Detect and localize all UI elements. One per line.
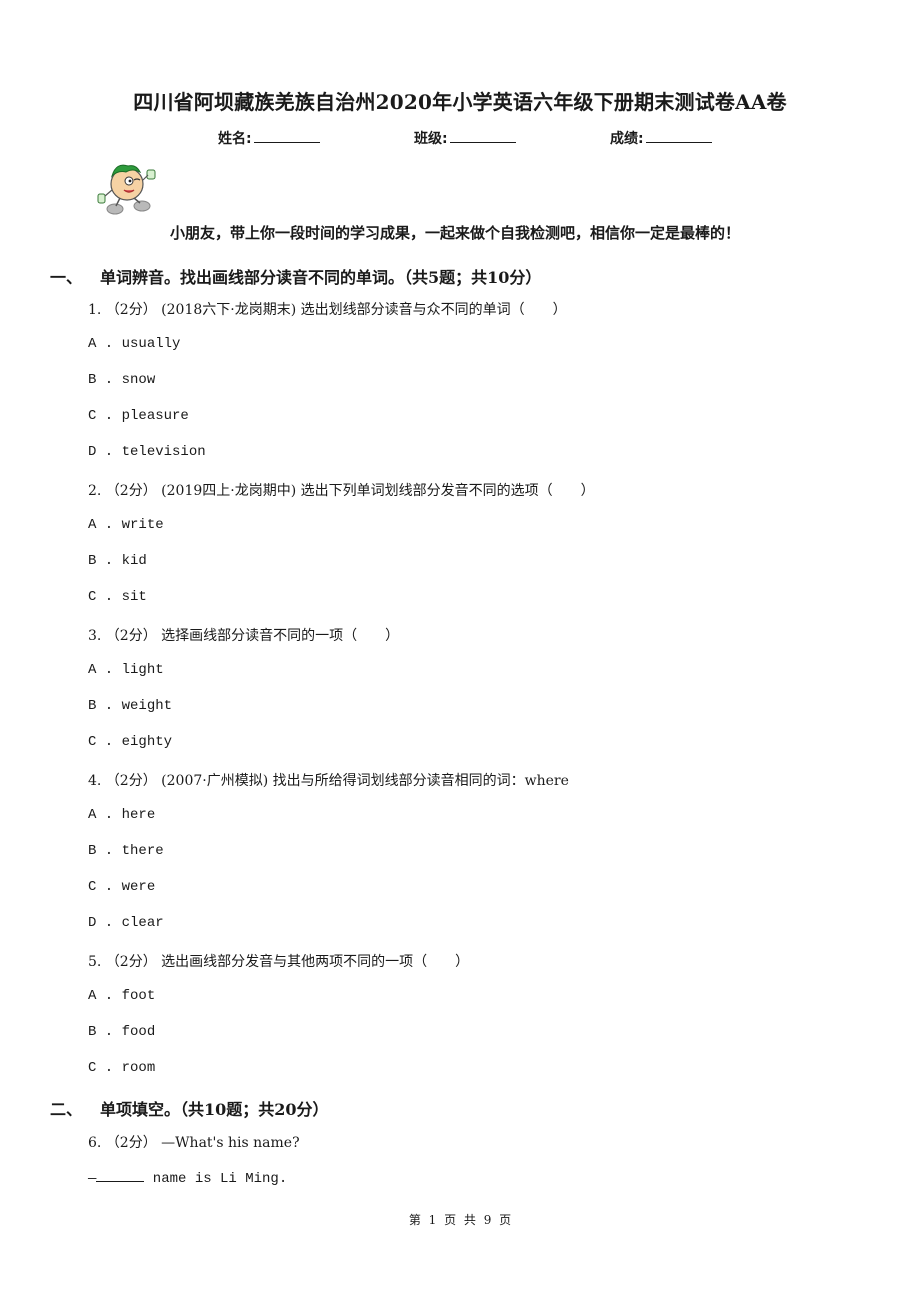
encouragement-text: 小朋友，带上你一段时间的学习成果，一起来做个自我检测吧，相信你一定是最棒的！ xyxy=(170,224,741,242)
section-title: 单词辨音。找出画线部分读音不同的单词。（共5题；共10分） xyxy=(100,268,542,287)
option-5a[interactable]: A . foot xyxy=(88,988,155,1004)
score-label: 成绩: xyxy=(610,131,644,147)
option-letter: A . xyxy=(88,336,114,352)
question-6: 6. （2分） —What's his name? xyxy=(88,1135,300,1151)
class-label: 班级: xyxy=(414,131,448,147)
question-6-answer-line: — name is Li Ming. xyxy=(88,1168,287,1187)
question-2: 2. （2分） (2019四上·龙岗期中) 选出下列单词划线部分发音不同的选项（… xyxy=(88,483,595,499)
option-letter: B . xyxy=(88,698,114,714)
answer-blank[interactable] xyxy=(96,1168,145,1182)
option-4b[interactable]: B . there xyxy=(88,843,164,859)
section-heading: 一、 单词辨音。找出画线部分读音不同的单词。（共5题；共10分） xyxy=(50,264,541,288)
score-blank[interactable] xyxy=(645,128,712,143)
option-word: weight xyxy=(121,698,173,714)
option-4d[interactable]: D . clear xyxy=(88,915,164,931)
score-field[interactable]: 成绩: xyxy=(610,128,712,148)
option-letter: C . xyxy=(88,734,114,750)
option-word: television xyxy=(121,444,206,460)
option-word: sit xyxy=(121,589,147,605)
option-1b[interactable]: B . snow xyxy=(88,372,155,388)
option-word: foot xyxy=(121,988,156,1004)
class-field[interactable]: 班级: xyxy=(414,128,516,148)
answer-suffix: name is Li Ming. xyxy=(144,1171,288,1187)
option-letter: C . xyxy=(88,408,114,424)
option-5c[interactable]: C . room xyxy=(88,1060,155,1076)
option-word: clear xyxy=(121,915,164,931)
option-letter: D . xyxy=(88,915,114,931)
question-5: 5. （2分） 选出画线部分发音与其他两项不同的一项（ ） xyxy=(88,954,470,970)
cartoon-boy-icon xyxy=(92,158,168,224)
section-heading: 二、 单项填空。（共10题；共20分） xyxy=(50,1096,329,1120)
name-field[interactable]: 姓名: xyxy=(218,128,320,148)
option-1c[interactable]: C . pleasure xyxy=(88,408,189,424)
option-word: light xyxy=(121,662,164,678)
option-letter: B . xyxy=(88,1024,114,1040)
option-word: snow xyxy=(121,372,156,388)
exam-title: 四川省阿坝藏族羌族自治州2020年小学英语六年级下册期末测试卷AA卷 xyxy=(133,90,787,114)
option-word: pleasure xyxy=(121,408,189,424)
option-2a[interactable]: A . write xyxy=(88,517,164,533)
option-2c[interactable]: C . sit xyxy=(88,589,147,605)
option-letter: A . xyxy=(88,662,114,678)
option-letter: C . xyxy=(88,1060,114,1076)
question-3: 3. （2分） 选择画线部分读音不同的一项（ ） xyxy=(88,628,400,644)
section-title: 单项填空。（共10题；共20分） xyxy=(100,1100,329,1119)
option-word: here xyxy=(121,807,156,823)
option-word: there xyxy=(121,843,164,859)
name-label: 姓名: xyxy=(218,131,252,147)
option-word: were xyxy=(121,879,156,895)
option-5b[interactable]: B . food xyxy=(88,1024,155,1040)
option-word: food xyxy=(121,1024,156,1040)
option-letter: B . xyxy=(88,843,114,859)
option-3c[interactable]: C . eighty xyxy=(88,734,172,750)
option-4c[interactable]: C . were xyxy=(88,879,155,895)
question-4: 4. （2分） (2007·广州模拟) 找出与所给得词划线部分读音相同的词：wh… xyxy=(88,773,569,789)
option-letter: A . xyxy=(88,517,114,533)
dash: — xyxy=(88,1171,97,1187)
option-letter: B . xyxy=(88,372,114,388)
option-1d[interactable]: D . television xyxy=(88,444,206,460)
page-footer: 第 1 页 共 9 页 xyxy=(408,1213,512,1227)
section-number: 一、 xyxy=(50,268,83,287)
section-number: 二、 xyxy=(50,1100,83,1119)
question-1: 1. （2分） (2018六下·龙岗期末) 选出划线部分读音与众不同的单词（ ） xyxy=(88,302,567,318)
option-3b[interactable]: B . weight xyxy=(88,698,172,714)
option-4a[interactable]: A . here xyxy=(88,807,155,823)
option-letter: D . xyxy=(88,444,114,460)
option-word: eighty xyxy=(121,734,173,750)
option-letter: B . xyxy=(88,553,114,569)
option-letter: C . xyxy=(88,879,114,895)
option-letter: C . xyxy=(88,589,114,605)
option-word: kid xyxy=(121,553,147,569)
option-word: usually xyxy=(121,336,181,352)
option-word: write xyxy=(121,517,164,533)
option-2b[interactable]: B . kid xyxy=(88,553,147,569)
option-letter: A . xyxy=(88,988,114,1004)
name-blank[interactable] xyxy=(253,128,320,143)
option-word: room xyxy=(121,1060,156,1076)
option-letter: A . xyxy=(88,807,114,823)
option-1a[interactable]: A . usually xyxy=(88,336,180,352)
option-3a[interactable]: A . light xyxy=(88,662,164,678)
class-blank[interactable] xyxy=(449,128,516,143)
